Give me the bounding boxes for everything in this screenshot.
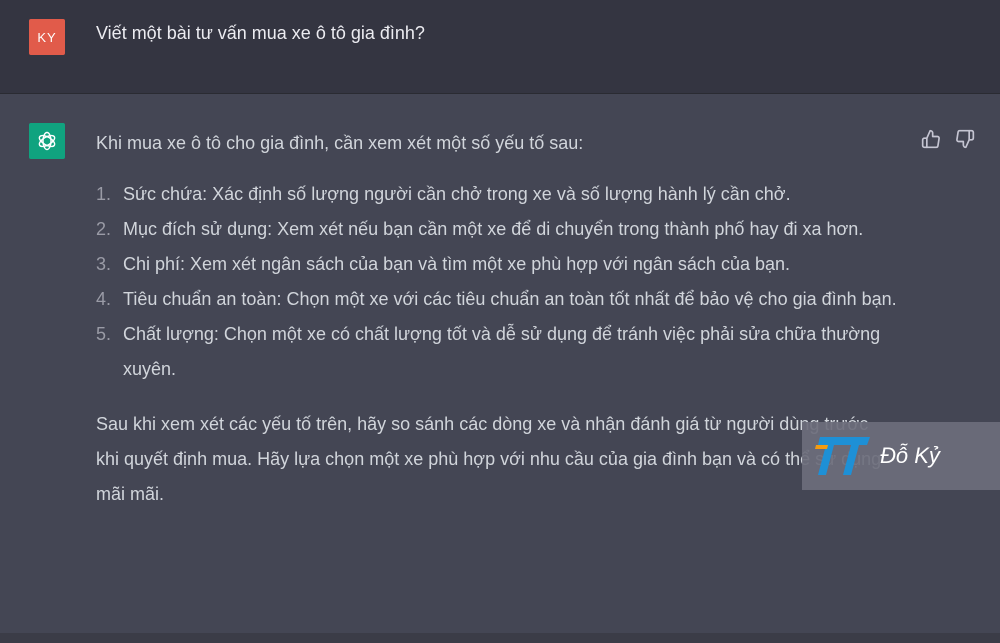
bottom-divider bbox=[0, 633, 1000, 643]
thumbs-up-button[interactable] bbox=[920, 128, 942, 150]
list-item-number: 3. bbox=[96, 254, 112, 274]
user-avatar: KY bbox=[29, 19, 65, 55]
list-item-text: Chất lượng: Chọn một xe có chất lượng tố… bbox=[123, 324, 881, 379]
watermark-overlay: Đỗ Kỷ bbox=[802, 422, 1000, 490]
list-item-number: 2. bbox=[96, 219, 112, 239]
assistant-avatar bbox=[29, 123, 65, 159]
response-conclusion: Sau khi xem xét các yếu tố trên, hãy so … bbox=[96, 414, 882, 504]
list-item-text: Mục đích sử dụng: Xem xét nếu bạn cần mộ… bbox=[123, 219, 864, 239]
list-item-text: Tiêu chuẩn an toàn: Chọn một xe với các … bbox=[123, 289, 897, 309]
list-item: 5. Chất lượng: Chọn một xe có chất lượng … bbox=[96, 317, 908, 387]
list-item-number: 5. bbox=[96, 324, 112, 344]
user-message-row: KY Viết một bài tư vấn mua xe ô tô gia đ… bbox=[0, 0, 1000, 94]
assistant-message-row: Khi mua xe ô tô cho gia đình, cần xem xé… bbox=[0, 94, 1000, 643]
factor-list: 1. Sức chứa: Xác định số lượng người cần … bbox=[96, 177, 897, 387]
list-item-text: Chi phí: Xem xét ngân sách của bạn và tì… bbox=[123, 254, 790, 274]
list-item-text: Sức chứa: Xác định số lượng người cần ch… bbox=[123, 184, 791, 204]
thumbs-up-icon bbox=[921, 129, 940, 149]
user-message-text: Viết một bài tư vấn mua xe ô tô gia đình… bbox=[96, 23, 425, 43]
response-intro: Khi mua xe ô tô cho gia đình, cần xem xé… bbox=[96, 133, 584, 153]
list-item: 2. Mục đích sử dụng: Xem xét nếu bạn cần … bbox=[96, 212, 908, 247]
thumbs-down-button[interactable] bbox=[954, 128, 976, 150]
list-item: 4. Tiêu chuẩn an toàn: Chọn một xe với cá… bbox=[96, 282, 908, 317]
list-item-number: 4. bbox=[96, 289, 112, 309]
thumbs-down-icon bbox=[956, 129, 975, 149]
list-item: 1. Sức chứa: Xác định số lượng người cần … bbox=[96, 177, 908, 212]
tt-logo-icon bbox=[815, 437, 870, 475]
assistant-message-content: Khi mua xe ô tô cho gia đình, cần xem xé… bbox=[96, 130, 897, 512]
user-avatar-initials: KY bbox=[37, 29, 57, 45]
watermark-text: Đỗ Kỷ bbox=[880, 443, 940, 468]
list-item-number: 1. bbox=[96, 184, 112, 204]
openai-logo-icon bbox=[38, 131, 56, 151]
list-item: 3. Chi phí: Xem xét ngân sách của bạn và … bbox=[96, 247, 908, 282]
